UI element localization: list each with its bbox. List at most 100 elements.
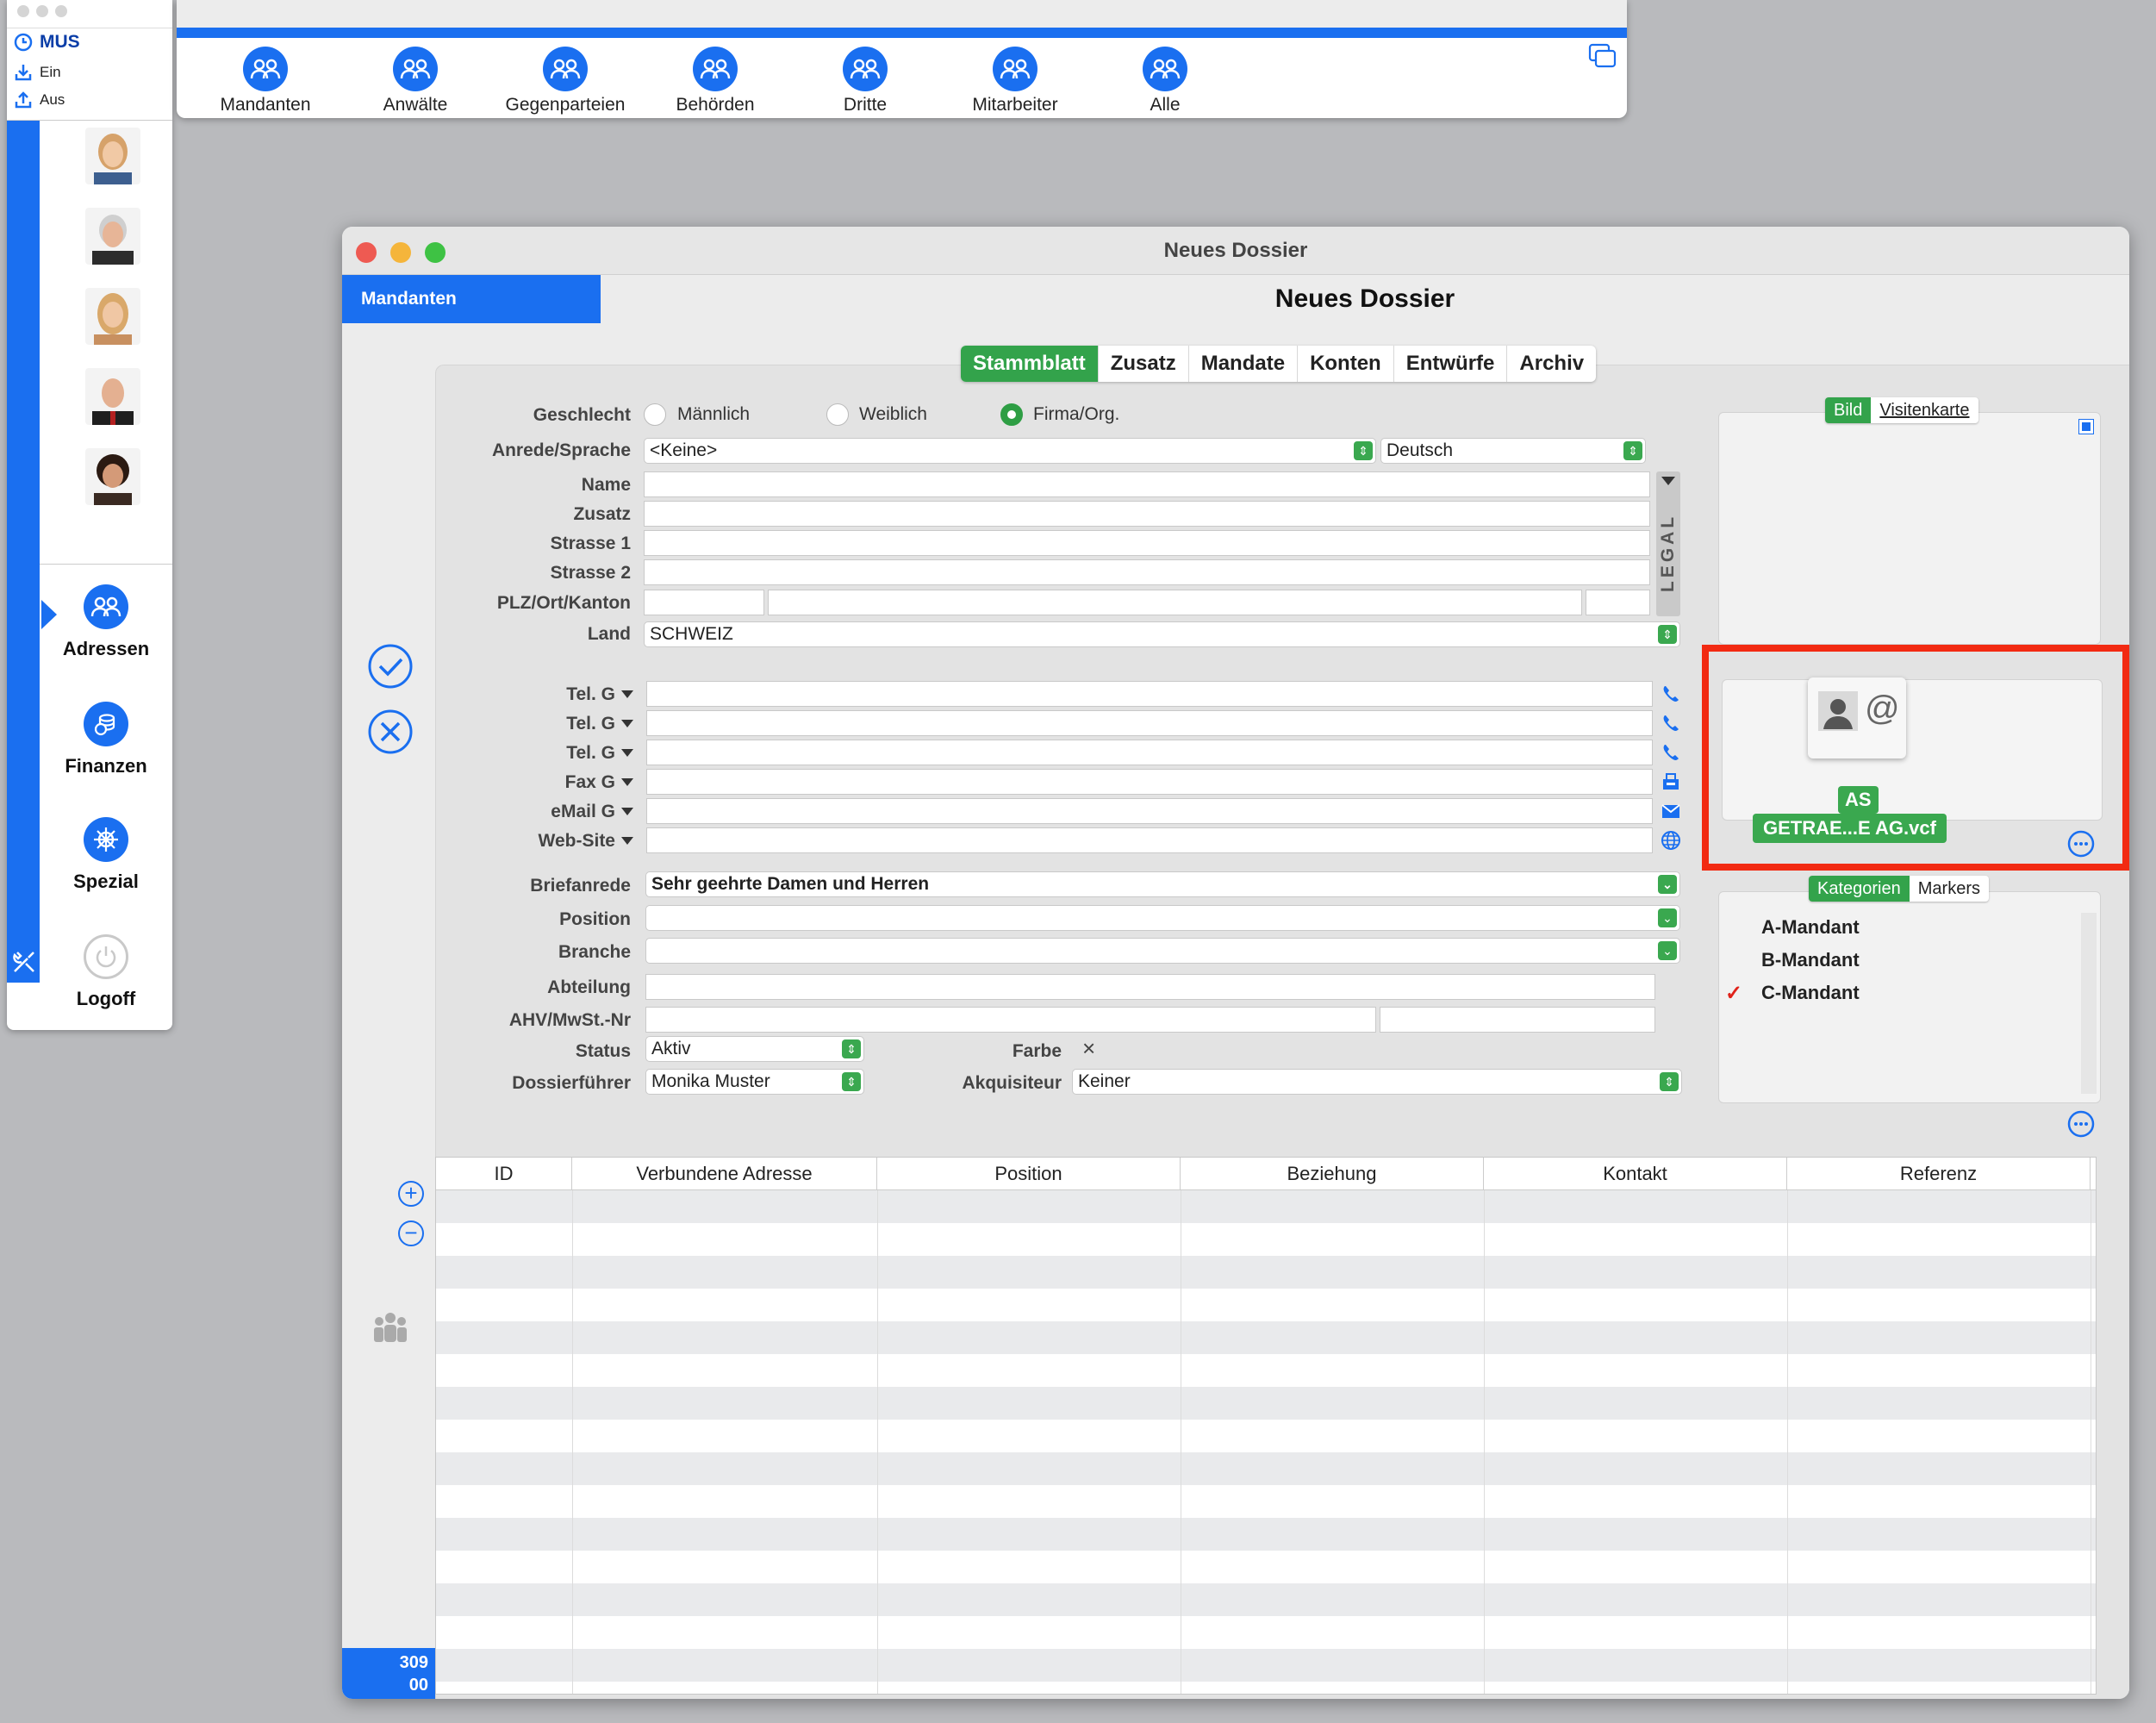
column-header-id[interactable]: ID — [436, 1158, 572, 1190]
avatar[interactable] — [85, 208, 140, 265]
windows-icon[interactable] — [1588, 43, 1617, 69]
categories-scrollbar[interactable] — [2081, 913, 2097, 1094]
table-row[interactable] — [436, 1256, 2096, 1289]
dropdown-arrow-icon[interactable] — [621, 837, 633, 845]
table-row[interactable] — [436, 1321, 2096, 1354]
table-row[interactable] — [436, 1616, 2096, 1649]
abteilung-input[interactable] — [645, 974, 1655, 1000]
phone-icon[interactable] — [1661, 742, 1681, 763]
table-row[interactable] — [436, 1452, 2096, 1485]
farbe-clear-button[interactable]: × — [1082, 1035, 1095, 1062]
phone-icon[interactable] — [1661, 713, 1681, 734]
user-row[interactable]: MUS — [14, 32, 80, 53]
category-item[interactable]: C-Mandant — [1761, 982, 1860, 1004]
ahv-input[interactable] — [645, 1007, 1376, 1033]
dropdown-arrow-icon[interactable] — [621, 690, 633, 698]
table-row[interactable] — [436, 1551, 2096, 1583]
toolbar-behoerden[interactable]: Behörden — [640, 47, 790, 115]
globe-icon[interactable] — [1661, 830, 1681, 851]
tel-input[interactable] — [646, 681, 1653, 707]
tab-markers[interactable]: Markers — [1910, 876, 1989, 902]
column-header-kontakt[interactable]: Kontakt — [1484, 1158, 1787, 1190]
mwst-input[interactable] — [1380, 1007, 1655, 1033]
nav-logoff[interactable]: Logoff — [40, 934, 172, 1010]
akquisiteur-select[interactable]: Keiner ⇕ — [1072, 1069, 1682, 1095]
fax-icon[interactable] — [1661, 771, 1681, 792]
tab-archiv[interactable]: Archiv — [1507, 346, 1596, 382]
window-zoom-dot[interactable] — [55, 5, 67, 17]
anrede-select[interactable]: <Keine> ⇕ — [644, 438, 1376, 464]
branche-select[interactable]: ⌄ — [645, 938, 1680, 964]
table-row[interactable] — [436, 1190, 2096, 1223]
column-header-beziehung[interactable]: Beziehung — [1181, 1158, 1484, 1190]
table-row[interactable] — [436, 1387, 2096, 1420]
add-row-button[interactable]: + — [398, 1181, 424, 1207]
tab-stammblatt[interactable]: Stammblatt — [961, 346, 1099, 382]
nav-finanzen[interactable]: Finanzen — [40, 702, 172, 777]
window-minimize-button[interactable] — [390, 242, 411, 263]
toolbar-mandanten[interactable]: Mandanten — [190, 47, 340, 115]
column-header-referenz[interactable]: Referenz — [1787, 1158, 2091, 1190]
tel-input[interactable] — [646, 710, 1653, 736]
table-row[interactable] — [436, 1583, 2096, 1616]
name-input[interactable] — [644, 471, 1650, 497]
table-row[interactable] — [436, 1518, 2096, 1551]
nav-adressen[interactable]: Adressen — [40, 584, 172, 660]
dropdown-arrow-icon[interactable] — [621, 808, 633, 815]
tab-zusatz[interactable]: Zusatz — [1099, 346, 1189, 382]
avatar[interactable] — [85, 448, 140, 505]
avatar[interactable] — [85, 128, 140, 184]
legal-lookup-button[interactable]: LEGAL — [1656, 471, 1680, 616]
zusatz-input[interactable] — [644, 501, 1650, 527]
category-item[interactable]: B-Mandant — [1761, 949, 1860, 971]
window-close-button[interactable] — [356, 242, 377, 263]
table-row[interactable] — [436, 1485, 2096, 1518]
tools-icon[interactable] — [10, 948, 38, 976]
dropdown-arrow-icon[interactable] — [621, 720, 633, 727]
toolbar-anwaelte[interactable]: Anwälte — [340, 47, 490, 115]
kanton-input[interactable] — [1586, 590, 1650, 615]
mail-icon[interactable] — [1661, 801, 1681, 821]
fax-input[interactable] — [646, 769, 1653, 795]
column-header-verbundene-adresse[interactable]: Verbundene Adresse — [572, 1158, 877, 1190]
tab-entwuerfe[interactable]: Entwürfe — [1394, 346, 1508, 382]
mail-icon[interactable] — [10, 995, 38, 1017]
window-close-dot[interactable] — [17, 5, 29, 17]
column-header-position[interactable]: Position — [877, 1158, 1181, 1190]
table-row[interactable] — [436, 1223, 2096, 1256]
clock-out-button[interactable]: Aus — [14, 91, 65, 109]
category-item[interactable]: A-Mandant — [1761, 916, 1860, 939]
position-select[interactable]: ⌄ — [645, 905, 1680, 931]
toolbar-gegenparteien[interactable]: Gegenparteien — [490, 47, 640, 115]
tab-mandate[interactable]: Mandate — [1189, 346, 1299, 382]
toolbar-dritte[interactable]: Dritte — [790, 47, 940, 115]
image-edit-icon[interactable] — [2078, 419, 2094, 434]
tab-konten[interactable]: Konten — [1298, 346, 1394, 382]
tab-kategorien[interactable]: Kategorien — [1809, 876, 1910, 902]
tel-label[interactable]: Tel. G — [346, 743, 615, 764]
website-label[interactable]: Web-Site — [346, 831, 615, 852]
land-select[interactable]: SCHWEIZ ⇕ — [644, 621, 1680, 647]
sprache-select[interactable]: Deutsch ⇕ — [1380, 438, 1646, 464]
strasse2-input[interactable] — [644, 559, 1650, 585]
fax-label[interactable]: Fax G — [346, 772, 615, 793]
radio-firma[interactable] — [1000, 403, 1023, 426]
tab-bild[interactable]: Bild — [1825, 397, 1872, 423]
tab-visitenkarte[interactable]: Visitenkarte — [1871, 397, 1978, 423]
toolbar-mitarbeiter[interactable]: Mitarbeiter — [940, 47, 1090, 115]
mandanten-tab[interactable]: Mandanten — [342, 275, 601, 323]
window-minimize-dot[interactable] — [36, 5, 48, 17]
phone-icon[interactable] — [1661, 684, 1681, 704]
briefanrede-select[interactable]: Sehr geehrte Damen und Herren ⌄ — [645, 871, 1680, 897]
dropdown-arrow-icon[interactable] — [621, 749, 633, 757]
toolbar-alle[interactable]: Alle — [1090, 47, 1240, 115]
table-row[interactable] — [436, 1420, 2096, 1452]
nav-spezial[interactable]: Spezial — [40, 817, 172, 893]
email-label[interactable]: eMail G — [346, 802, 615, 822]
window-zoom-button[interactable] — [425, 242, 446, 263]
dropdown-arrow-icon[interactable] — [621, 778, 633, 786]
email-input[interactable] — [646, 798, 1653, 824]
tel-label[interactable]: Tel. G — [346, 684, 615, 705]
clock-in-button[interactable]: Ein — [14, 63, 61, 82]
tel-label[interactable]: Tel. G — [346, 714, 615, 734]
